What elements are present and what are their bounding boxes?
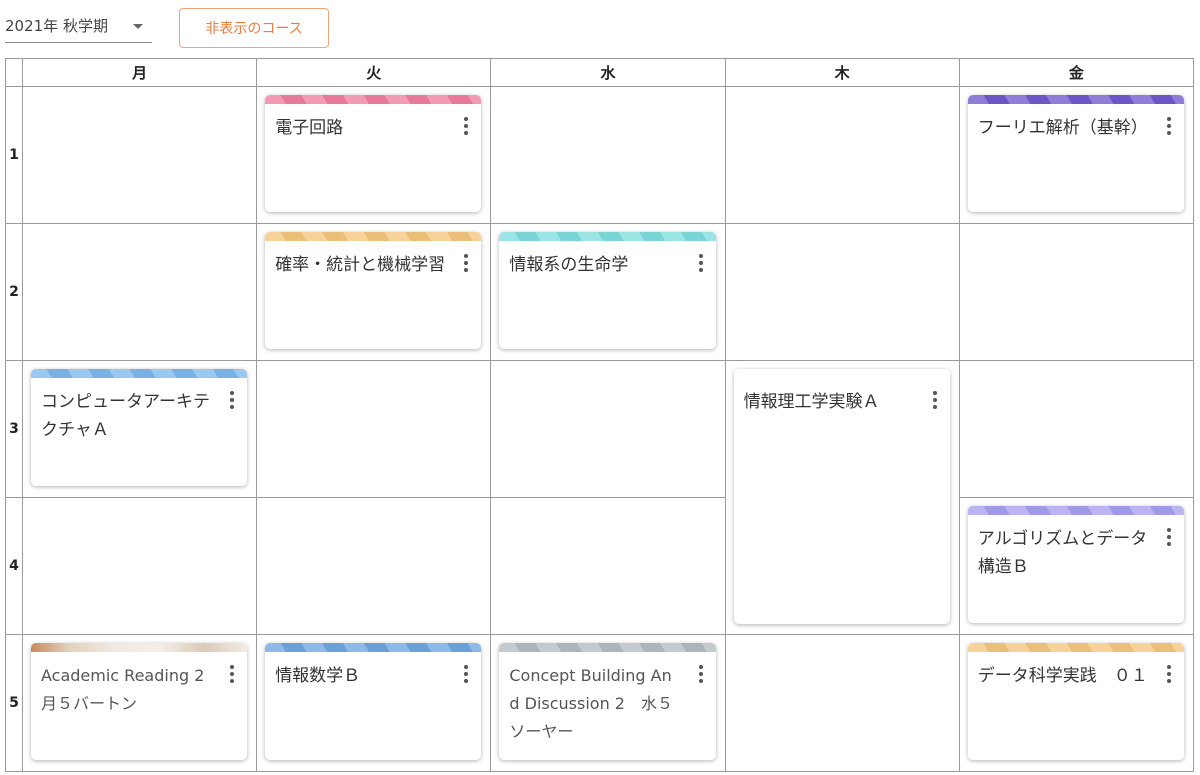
day-header-row: 月 火 水 木 金 [5, 58, 1195, 87]
slot-wed-4[interactable] [490, 497, 726, 635]
course-card-academic-reading[interactable]: Academic Reading 2 月５バートン [31, 643, 248, 760]
period-row-4: 4 アルゴリズムとデータ構造Ｂ [5, 497, 1195, 635]
more-vert-icon[interactable] [464, 117, 469, 137]
slot-mon-5: Academic Reading 2 月５バートン [21, 634, 258, 772]
period-label-1: 1 [5, 86, 23, 224]
course-title: 情報数学Ｂ [275, 666, 361, 686]
slot-tue-2: 確率・統計と機械学習 [256, 223, 492, 361]
slot-fri-4: アルゴリズムとデータ構造Ｂ [958, 497, 1195, 635]
top-bar: 2021年 秋学期 非表示のコース [0, 0, 1200, 58]
course-title: コンピュータアーキテクチャＡ [41, 392, 210, 440]
timetable: 月 火 水 木 金 1 電子回路 フーリエ解析（基幹） 2 確率・統計と機械学習… [5, 58, 1195, 772]
slot-mon-2[interactable] [21, 223, 258, 361]
course-card-concept-building[interactable]: Concept Building And Discussion 2 水５ソーヤー [499, 643, 716, 760]
card-color-stripe [265, 95, 482, 104]
more-vert-icon[interactable] [1167, 528, 1171, 548]
slot-wed-5: Concept Building And Discussion 2 水５ソーヤー [490, 634, 726, 772]
more-vert-icon[interactable] [464, 254, 469, 274]
slot-fri-5: データ科学実践 ０１ [958, 634, 1195, 772]
slot-thu-1[interactable] [724, 86, 960, 224]
card-color-stripe [499, 643, 716, 652]
course-title: 情報理工学実験Ａ [743, 392, 880, 412]
card-color-stripe [499, 232, 716, 241]
day-header-tue: 火 [256, 58, 492, 87]
slot-wed-2: 情報系の生命学 [490, 223, 726, 361]
card-color-stripe [967, 643, 1184, 652]
day-header-fri: 金 [958, 58, 1195, 87]
course-card-probability-ml[interactable]: 確率・統計と機械学習 [265, 232, 482, 349]
period-label-3: 3 [5, 360, 23, 498]
course-title: 確率・統計と機械学習 [275, 255, 446, 275]
more-vert-icon[interactable] [698, 665, 703, 685]
slot-thu-3-4: 情報理工学実験Ａ [724, 360, 960, 635]
slot-mon-1[interactable] [21, 86, 258, 224]
slot-thu-5[interactable] [724, 634, 960, 772]
term-label: 2021年 秋学期 [5, 17, 108, 35]
course-title: 電子回路 [275, 118, 344, 138]
slot-mon-3: コンピュータアーキテクチャＡ [21, 360, 258, 498]
period-label-5: 5 [5, 634, 23, 772]
card-color-stripe [31, 369, 248, 378]
slot-tue-1: 電子回路 [256, 86, 492, 224]
period-row-3: 3 コンピュータアーキテクチャＡ 情報理工学実験Ａ [5, 360, 1195, 635]
course-card-computer-architecture[interactable]: コンピュータアーキテクチャＡ [31, 369, 248, 486]
period-row-2: 2 確率・統計と機械学習 情報系の生命学 [5, 223, 1195, 361]
slot-wed-3[interactable] [490, 360, 726, 498]
corner-cell [5, 58, 23, 87]
more-vert-icon[interactable] [1167, 117, 1171, 137]
slot-tue-5: 情報数学Ｂ [256, 634, 492, 772]
course-title: 情報系の生命学 [509, 255, 629, 275]
course-card-algorithms-b[interactable]: アルゴリズムとデータ構造Ｂ [967, 506, 1184, 623]
course-title: Academic Reading 2 月５バートン [41, 666, 221, 713]
slot-mon-4[interactable] [21, 497, 258, 635]
card-color-stripe [265, 232, 482, 241]
card-color-stripe [967, 95, 1184, 104]
period-label-4: 4 [5, 497, 23, 635]
more-vert-icon[interactable] [464, 665, 469, 685]
course-card-fourier[interactable]: フーリエ解析（基幹） [967, 95, 1184, 212]
course-title: アルゴリズムとデータ構造Ｂ [977, 529, 1148, 577]
more-vert-icon[interactable] [1167, 665, 1171, 685]
period-row-5: 5 Academic Reading 2 月５バートン 情報数学Ｂ Concep… [5, 634, 1195, 772]
course-card-info-math-b[interactable]: 情報数学Ｂ [265, 643, 482, 760]
more-vert-icon[interactable] [230, 391, 235, 411]
course-title: Concept Building And Discussion 2 水５ソーヤー [509, 666, 673, 741]
more-vert-icon[interactable] [230, 665, 235, 685]
slot-fri-2[interactable] [958, 223, 1195, 361]
slot-tue-3[interactable] [256, 360, 492, 498]
course-title: フーリエ解析（基幹） [977, 118, 1148, 138]
card-color-stripe [265, 643, 482, 652]
more-vert-icon[interactable] [698, 254, 703, 274]
course-card-bio-for-info[interactable]: 情報系の生命学 [499, 232, 716, 349]
day-header-wed: 水 [490, 58, 726, 87]
course-title: データ科学実践 ０１ [977, 666, 1148, 686]
slot-tue-4[interactable] [256, 497, 492, 635]
slot-fri-1: フーリエ解析（基幹） [958, 86, 1195, 224]
course-card-denshi-kairo[interactable]: 電子回路 [265, 95, 482, 212]
hidden-courses-button[interactable]: 非表示のコース [179, 8, 329, 48]
course-card-data-science-practice[interactable]: データ科学実践 ０１ [967, 643, 1184, 760]
card-color-stripe [733, 369, 950, 378]
course-card-info-lab-a[interactable]: 情報理工学実験Ａ [733, 369, 950, 624]
period-row-1: 1 電子回路 フーリエ解析（基幹） [5, 86, 1195, 224]
card-image-banner [31, 643, 248, 652]
slot-fri-3[interactable] [958, 360, 1195, 498]
slot-wed-1[interactable] [490, 86, 726, 224]
dropdown-caret-icon [133, 24, 143, 29]
more-vert-icon[interactable] [932, 391, 937, 411]
period-label-2: 2 [5, 223, 23, 361]
slot-thu-2[interactable] [724, 223, 960, 361]
term-selector[interactable]: 2021年 秋学期 [5, 10, 152, 43]
day-header-mon: 月 [21, 58, 258, 87]
card-color-stripe [967, 506, 1184, 515]
day-header-thu: 木 [724, 58, 960, 87]
